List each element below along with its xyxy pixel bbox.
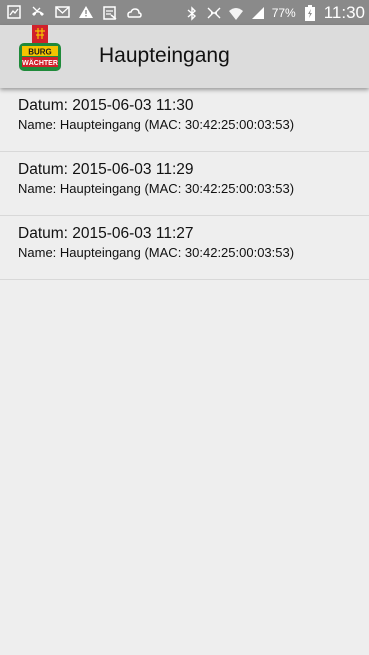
- entry-name: Name: Haupteingang (MAC: 30:42:25:00:03:…: [18, 181, 295, 196]
- clock: 11:30: [323, 3, 365, 22]
- list-item[interactable]: Datum: 2015-06-03 11:27 Name: Haupteinga…: [0, 216, 369, 280]
- page-title: Haupteingang: [99, 44, 230, 67]
- system-status: 77% 11:30: [184, 3, 365, 23]
- event-list: Datum: 2015-06-03 11:30 Name: Haupteinga…: [0, 88, 369, 280]
- list-item[interactable]: Datum: 2015-06-03 11:29 Name: Haupteinga…: [0, 152, 369, 216]
- list-item[interactable]: Datum: 2015-06-03 11:30 Name: Haupteinga…: [0, 88, 369, 152]
- battery-icon: [302, 5, 318, 21]
- logo-text-bottom: WÄCHTER: [22, 59, 58, 67]
- signal-icon: [250, 5, 266, 21]
- entry-name: Name: Haupteingang (MAC: 30:42:25:00:03:…: [18, 117, 295, 132]
- clipboard-icon: [102, 4, 118, 20]
- wifi-icon: [228, 5, 244, 21]
- image-icon: [6, 4, 22, 20]
- nfc-icon: [206, 5, 222, 21]
- logo-text-top: BURG: [28, 48, 52, 57]
- warning-icon: [78, 4, 94, 20]
- entry-date: Datum: 2015-06-03 11:27: [18, 225, 194, 242]
- entry-date: Datum: 2015-06-03 11:30: [18, 97, 194, 114]
- burg-waechter-logo[interactable]: BURG WÄCHTER: [18, 25, 62, 75]
- status-bar: 77% 11:30: [0, 0, 369, 25]
- mail-icon: [54, 4, 70, 20]
- app-bar: BURG WÄCHTER Haupteingang: [0, 25, 369, 88]
- notification-icons: [6, 4, 142, 20]
- bluetooth-icon: [184, 5, 200, 21]
- battery-percent: 77%: [271, 6, 296, 20]
- entry-date: Datum: 2015-06-03 11:29: [18, 161, 194, 178]
- missed-call-icon: [30, 4, 46, 20]
- entry-name: Name: Haupteingang (MAC: 30:42:25:00:03:…: [18, 245, 295, 260]
- cloud-icon: [126, 4, 142, 20]
